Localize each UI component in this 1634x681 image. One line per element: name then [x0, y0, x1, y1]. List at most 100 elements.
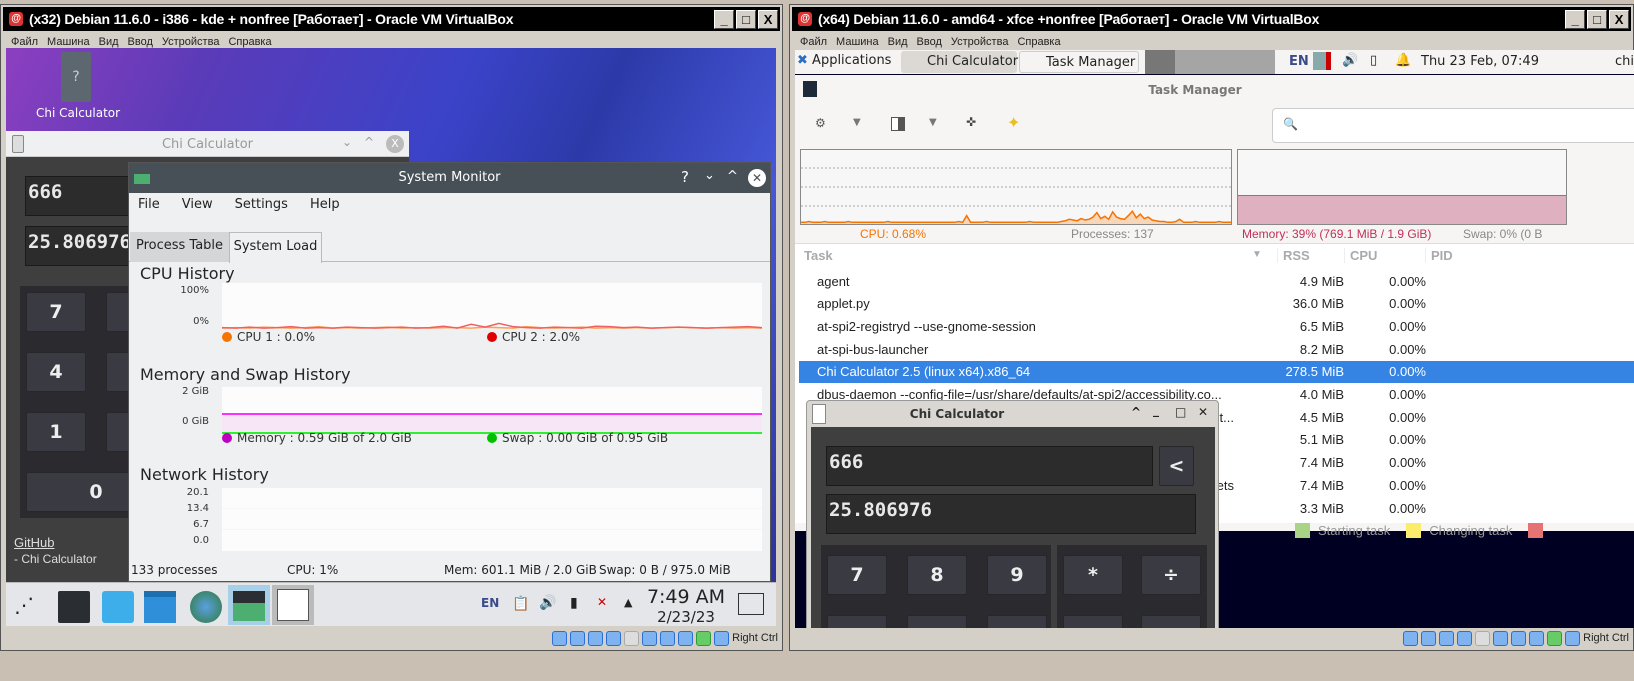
- discover-icon[interactable]: [102, 591, 134, 623]
- workspace-switcher[interactable]: [1145, 50, 1275, 74]
- volume-icon[interactable]: 🔊: [1342, 53, 1358, 68]
- calc-titlebar[interactable]: Chi Calculator ^ _ □ ✕: [807, 401, 1218, 427]
- table-row[interactable]: at-spi2-registryd --use-gnome-session 6.5…: [799, 315, 1634, 337]
- usb-icon[interactable]: [624, 630, 640, 646]
- clock-time[interactable]: 7:49 AM: [646, 586, 726, 608]
- tab-process-table[interactable]: Process Table: [130, 232, 229, 262]
- battery-icon[interactable]: ▯: [1370, 53, 1377, 68]
- menu-view[interactable]: Вид: [99, 36, 119, 48]
- key-5[interactable]: [907, 615, 967, 628]
- menu-devices[interactable]: Устройства: [162, 36, 220, 48]
- mouse-integration-icon[interactable]: [1565, 630, 1581, 646]
- minimize-icon[interactable]: ⌄: [704, 168, 715, 183]
- calc-maximize-icon[interactable]: ^: [364, 135, 374, 149]
- menu-machine[interactable]: Машина: [836, 36, 879, 48]
- menu-devices[interactable]: Устройства: [951, 36, 1009, 48]
- key-divide[interactable]: ÷: [1141, 555, 1201, 595]
- view-dropdown-icon[interactable]: ▼: [929, 117, 937, 128]
- desktop-icon-chi-calculator[interactable]: ? Chi Calculator: [36, 52, 120, 120]
- shared-folder-icon[interactable]: [642, 630, 658, 646]
- hdd-icon[interactable]: [1403, 630, 1419, 646]
- removable-device-icon[interactable]: ▮: [570, 595, 578, 611]
- hdd-icon[interactable]: [552, 630, 568, 646]
- calc-close-icon[interactable]: ✕: [1198, 405, 1208, 419]
- audio-icon[interactable]: [588, 630, 604, 646]
- network-icon[interactable]: [606, 630, 622, 646]
- network-icon[interactable]: [1457, 630, 1473, 646]
- help-icon[interactable]: ?: [681, 168, 689, 186]
- sysmon-titlebar[interactable]: System Monitor ? ⌄ ^ ✕: [129, 163, 770, 193]
- shared-folder-icon[interactable]: [1493, 630, 1509, 646]
- menu-file[interactable]: Файл: [800, 36, 827, 48]
- application-launcher-icon[interactable]: ⋰: [14, 593, 34, 617]
- table-row[interactable]: agent 4.9 MiB 0.00%: [799, 270, 1634, 292]
- key-4[interactable]: 4: [26, 352, 86, 392]
- menu-settings[interactable]: Settings: [235, 197, 288, 212]
- display-icon[interactable]: [660, 630, 676, 646]
- table-row[interactable]: applet.py 36.0 MiB 0.00%: [799, 293, 1634, 315]
- sort-descending-icon[interactable]: ▼: [1252, 249, 1262, 260]
- maximize-icon[interactable]: ^: [727, 169, 738, 184]
- web-browser-icon[interactable]: [190, 591, 222, 623]
- menu-help[interactable]: Справка: [1017, 36, 1060, 48]
- key-plus[interactable]: [1063, 615, 1123, 628]
- menu-view[interactable]: Вид: [888, 36, 908, 48]
- tray-expand-icon[interactable]: ▲: [624, 596, 632, 609]
- key-minus[interactable]: [1141, 615, 1201, 628]
- keyboard-layout-indicator[interactable]: EN: [1289, 54, 1309, 69]
- column-header-task[interactable]: Task: [804, 248, 833, 263]
- calc-minimize-icon[interactable]: _: [1153, 403, 1159, 417]
- close-button[interactable]: X: [1609, 10, 1629, 29]
- backspace-button[interactable]: <: [1159, 446, 1194, 486]
- calc-input-display[interactable]: 666: [826, 446, 1153, 486]
- maximize-button[interactable]: □: [1587, 10, 1607, 29]
- minimize-button[interactable]: _: [714, 10, 734, 29]
- table-row[interactable]: Chi Calculator 2.5 (linux x64).x86_64 278…: [799, 360, 1634, 383]
- system-settings-icon[interactable]: [58, 591, 90, 623]
- mouse-integration-icon[interactable]: [714, 630, 730, 646]
- taskbar-task-manager[interactable]: Task Manager: [1019, 51, 1139, 73]
- table-row[interactable]: at-spi-bus-launcher 8.2 MiB 0.00%: [799, 338, 1634, 360]
- key-9[interactable]: 9: [987, 555, 1047, 595]
- column-header-pid[interactable]: PID: [1425, 248, 1453, 263]
- clock-date[interactable]: 2/23/23: [646, 608, 726, 626]
- display-icon[interactable]: [1511, 630, 1527, 646]
- clipboard-icon[interactable]: 📋: [512, 596, 529, 612]
- column-header-rss[interactable]: RSS: [1277, 248, 1310, 263]
- applications-menu[interactable]: ✖ Applications: [797, 53, 891, 68]
- key-8[interactable]: 8: [907, 555, 967, 595]
- menu-input[interactable]: Ввод: [917, 36, 942, 48]
- virtualization-icon[interactable]: [1547, 630, 1563, 646]
- view-icon[interactable]: [891, 117, 905, 131]
- menu-file[interactable]: File: [138, 197, 160, 212]
- network-disconnected-icon[interactable]: [1313, 52, 1331, 70]
- tab-system-load[interactable]: System Load: [229, 232, 322, 263]
- calc-maximize-icon[interactable]: □: [1175, 405, 1186, 419]
- volume-icon[interactable]: 🔊: [539, 595, 556, 611]
- key-6[interactable]: [987, 615, 1047, 628]
- menu-input[interactable]: Ввод: [128, 36, 153, 48]
- key-7[interactable]: 7: [26, 292, 86, 332]
- system-monitor-task[interactable]: [228, 585, 270, 625]
- show-desktop-button[interactable]: [738, 593, 764, 615]
- maximize-button[interactable]: □: [736, 10, 756, 29]
- calc-close-icon[interactable]: X: [386, 135, 404, 153]
- key-1[interactable]: 1: [26, 412, 86, 452]
- calc-shade-icon[interactable]: ^: [1131, 405, 1141, 419]
- settings-dropdown-icon[interactable]: ▼: [853, 117, 861, 128]
- close-button[interactable]: X: [758, 10, 778, 29]
- optical-icon[interactable]: [1421, 630, 1437, 646]
- search-input[interactable]: 🔍: [1272, 108, 1634, 143]
- virtualization-icon[interactable]: [696, 630, 712, 646]
- usb-icon[interactable]: [1475, 630, 1491, 646]
- favorite-star-icon[interactable]: ✦: [1007, 113, 1020, 132]
- chi-calculator-task[interactable]: [272, 585, 314, 625]
- file-manager-icon[interactable]: [144, 591, 176, 623]
- network-disconnected-icon[interactable]: ✕: [597, 595, 607, 609]
- menu-file[interactable]: Файл: [11, 36, 38, 48]
- key-multiply[interactable]: *: [1063, 555, 1123, 595]
- menu-view[interactable]: View: [182, 197, 213, 212]
- window-picker-icon[interactable]: ✜: [966, 115, 976, 129]
- user-menu[interactable]: chi: [1615, 54, 1634, 69]
- settings-icon[interactable]: ⚙: [815, 116, 826, 130]
